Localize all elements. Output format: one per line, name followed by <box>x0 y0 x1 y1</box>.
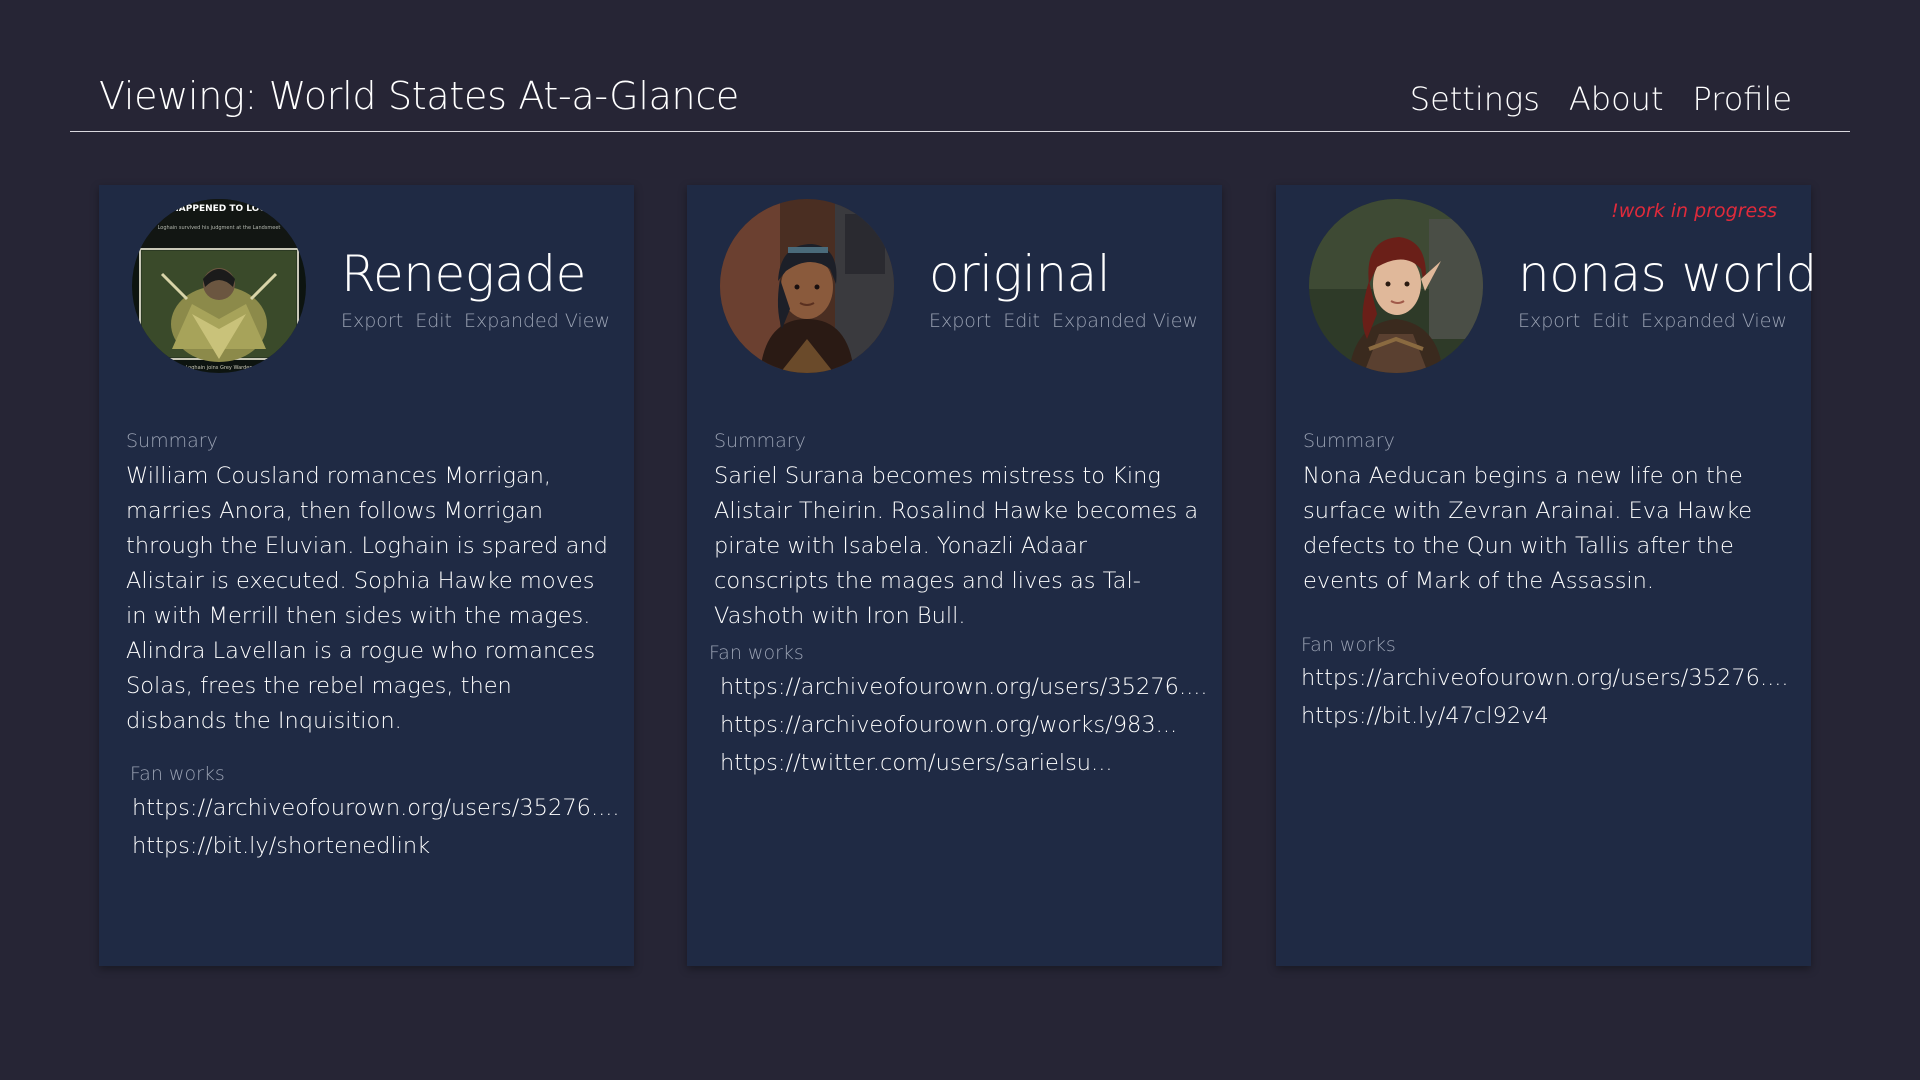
world-avatar[interactable]: HAPPENED TO LOG Loghain survived his jud… <box>132 199 306 373</box>
fan-works-label: Fan works <box>130 763 225 785</box>
summary-label: Summary <box>714 430 806 452</box>
card-actions: Export Edit Expanded View <box>929 310 1198 332</box>
fan-works-list: https://archiveofourown.org/users/35276.… <box>132 789 620 865</box>
fan-work-link[interactable]: https://bit.ly/shortenedlink <box>132 827 620 865</box>
fan-works-list: https://archiveofourown.org/users/35276.… <box>1301 659 1789 735</box>
nav-about[interactable]: About <box>1569 80 1664 118</box>
avatar-image <box>1309 199 1483 373</box>
summary-text: William Cousland romances Morrigan, marr… <box>126 463 608 734</box>
world-avatar[interactable] <box>720 199 894 373</box>
avatar-image: HAPPENED TO LOG Loghain survived his jud… <box>132 199 306 373</box>
summary-text: Sariel Surana becomes mistress to King A… <box>714 463 1199 629</box>
expanded-view-link[interactable]: Expanded View <box>1052 310 1198 332</box>
summary-label: Summary <box>126 430 218 452</box>
world-card-original: original Export Edit Expanded View Summa… <box>687 185 1222 966</box>
fan-works-list: https://archiveofourown.org/users/35276.… <box>720 668 1208 782</box>
card-actions: Export Edit Expanded View <box>1518 310 1787 332</box>
export-link[interactable]: Export <box>929 310 991 332</box>
avatar-subtext: Loghain survived his judgment at the Lan… <box>158 225 281 231</box>
card-actions: Export Edit Expanded View <box>341 310 610 332</box>
expanded-view-link[interactable]: Expanded View <box>464 310 610 332</box>
fan-work-link[interactable]: https://archiveofourown.org/works/983... <box>720 706 1208 744</box>
expanded-view-link[interactable]: Expanded View <box>1641 310 1787 332</box>
edit-link[interactable]: Edit <box>415 310 452 332</box>
fan-works-label: Fan works <box>709 642 804 664</box>
world-card-nonas-world: !work in progress nonas world Export Edi… <box>1276 185 1817 966</box>
edit-link[interactable]: Edit <box>1003 310 1040 332</box>
top-nav: Settings About Profile <box>1410 80 1792 118</box>
fan-work-link[interactable]: https://archiveofourown.org/users/35276.… <box>720 668 1208 706</box>
avatar-caption: HAPPENED TO LOG <box>171 204 267 214</box>
summary-label: Summary <box>1303 430 1395 452</box>
fan-work-link[interactable]: https://archiveofourown.org/users/35276.… <box>1301 659 1789 697</box>
work-in-progress-badge: !work in progress <box>1611 200 1777 222</box>
app-header: Viewing: World States At-a-Glance Settin… <box>70 60 1850 132</box>
export-link[interactable]: Export <box>341 310 403 332</box>
page-title: Viewing: World States At-a-Glance <box>99 74 740 118</box>
fan-work-link[interactable]: https://archiveofourown.org/users/35276.… <box>132 789 620 827</box>
nav-settings[interactable]: Settings <box>1410 80 1540 118</box>
avatar-image <box>720 199 894 373</box>
nav-profile[interactable]: Profile <box>1693 80 1793 118</box>
summary-text: Nona Aeducan begins a new life on the su… <box>1303 463 1753 594</box>
export-link[interactable]: Export <box>1518 310 1580 332</box>
avatar-footer: Loghain joins Grey Warden <box>185 365 252 371</box>
world-title: nonas world <box>1518 245 1817 303</box>
fan-work-link[interactable]: https://twitter.com/users/sarielsu... <box>720 744 1208 782</box>
fan-work-link[interactable]: https://bit.ly/47cl92v4 <box>1301 697 1789 735</box>
fan-works-label: Fan works <box>1301 634 1396 656</box>
world-avatar[interactable] <box>1309 199 1483 373</box>
edit-link[interactable]: Edit <box>1592 310 1629 332</box>
world-title: original <box>929 245 1111 303</box>
world-title: Renegade <box>341 245 586 303</box>
world-card-renegade: HAPPENED TO LOG Loghain survived his jud… <box>99 185 634 966</box>
